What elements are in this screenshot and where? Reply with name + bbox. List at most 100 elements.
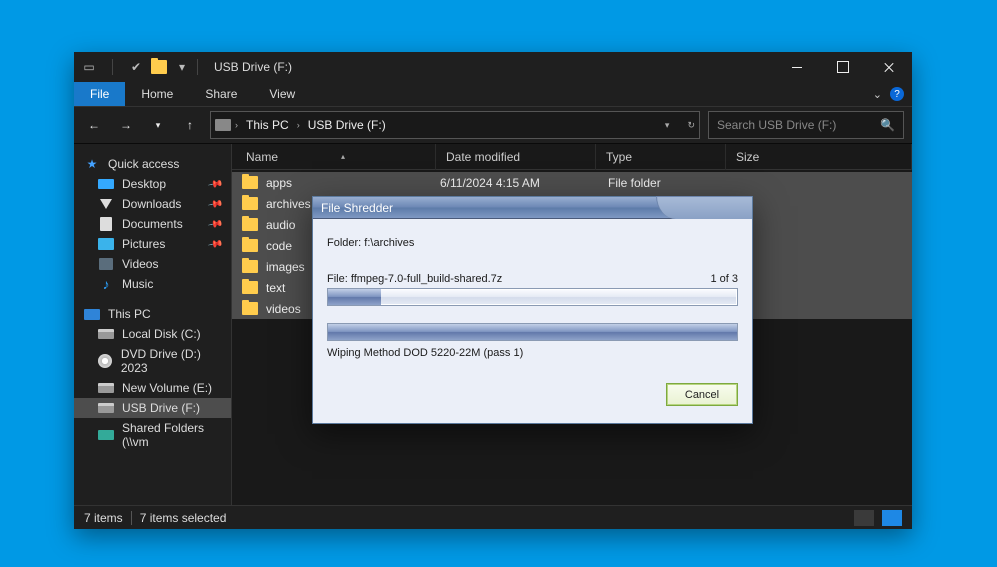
window-title: USB Drive (F:) (214, 60, 292, 74)
nav-pane: ★ Quick access Desktop📌 Downloads📌 Docum… (74, 144, 232, 505)
folder-icon (242, 260, 258, 273)
row-name: apps (266, 176, 292, 190)
network-icon (98, 428, 114, 442)
refresh-icon[interactable]: ↻ (687, 120, 695, 131)
pc-icon (84, 307, 100, 321)
qat: ▭ ✔ ▾ (82, 59, 189, 75)
help-icon[interactable]: ? (890, 87, 904, 101)
pictures-icon (98, 237, 114, 251)
title-sep (197, 59, 198, 75)
folder-icon (242, 218, 258, 231)
address-box[interactable]: › This PC › USB Drive (F:) ▾ ↻ (210, 111, 700, 139)
star-icon: ★ (84, 157, 100, 171)
row-name: text (266, 281, 285, 295)
row-type: File folder (608, 176, 738, 190)
ribbon-tabs: File Home Share View ⌄ ? (74, 82, 912, 106)
row-name: images (266, 260, 305, 274)
address-dropdown-icon[interactable]: ▾ (665, 120, 670, 131)
search-placeholder: Search USB Drive (F:) (717, 118, 836, 132)
column-date[interactable]: Date modified (436, 144, 596, 170)
row-name: code (266, 239, 292, 253)
folder-icon (242, 281, 258, 294)
drive-icon (98, 381, 114, 395)
tab-home[interactable]: Home (125, 82, 189, 106)
status-bar: 7 items 7 items selected (74, 505, 912, 529)
sidebar-item-local-disk[interactable]: Local Disk (C:) (74, 324, 231, 344)
cancel-button[interactable]: Cancel (666, 383, 738, 406)
drive-icon (98, 401, 114, 415)
pin-icon: 📌 (207, 196, 224, 212)
desktop-icon (98, 179, 114, 189)
dialog-title-bar[interactable]: File Shredder (313, 197, 752, 219)
pin-icon: 📌 (207, 216, 224, 232)
sidebar-item-desktop[interactable]: Desktop📌 (74, 174, 231, 194)
address-bar: ← → ▾ ↑ › This PC › USB Drive (F:) ▾ ↻ S… (74, 106, 912, 144)
folder-icon (242, 176, 258, 189)
folder-icon (242, 239, 258, 252)
breadcrumb-current[interactable]: USB Drive (F:) (304, 118, 390, 132)
dialog-title: File Shredder (321, 201, 393, 215)
close-button[interactable] (866, 52, 912, 82)
sidebar-item-usb-drive[interactable]: USB Drive (F:) (74, 398, 231, 418)
column-name[interactable]: Name (236, 144, 436, 170)
chevron-right-icon[interactable]: › (235, 120, 238, 130)
file-progress-bar (327, 288, 738, 306)
minimize-button[interactable] (774, 52, 820, 82)
up-button[interactable]: ↑ (178, 113, 202, 137)
sidebar-label: This PC (108, 307, 151, 321)
sidebar-this-pc[interactable]: This PC (74, 304, 231, 324)
download-icon (98, 197, 114, 211)
qat-dropdown-icon[interactable]: ▾ (175, 60, 189, 74)
tab-file[interactable]: File (74, 82, 125, 106)
tab-view[interactable]: View (253, 82, 311, 106)
search-icon: 🔍 (880, 118, 895, 132)
status-items: 7 items (84, 511, 123, 525)
sidebar-item-music[interactable]: ♪Music (74, 274, 231, 294)
new-folder-icon[interactable] (151, 60, 167, 74)
sidebar-item-downloads[interactable]: Downloads📌 (74, 194, 231, 214)
view-details-button[interactable] (854, 510, 874, 526)
title-bar: ▭ ✔ ▾ USB Drive (F:) (74, 52, 912, 82)
tab-share[interactable]: Share (189, 82, 253, 106)
status-selected: 7 items selected (140, 511, 227, 525)
qat-sep (112, 59, 113, 75)
explorer-icon: ▭ (82, 60, 96, 74)
view-icons-button[interactable] (882, 510, 902, 526)
file-shredder-dialog: File Shredder Folder: f:\archives File: … (312, 196, 753, 424)
file-count: 1 of 3 (710, 273, 738, 285)
pin-icon: 📌 (207, 236, 224, 252)
ribbon-expand-icon[interactable]: ⌄ (873, 88, 882, 101)
dvd-icon (98, 354, 113, 368)
dialog-tab-decoration (656, 196, 752, 219)
sidebar-label: Quick access (108, 157, 179, 171)
column-size[interactable]: Size (726, 144, 912, 170)
sidebar-item-pictures[interactable]: Pictures📌 (74, 234, 231, 254)
sidebar-item-dvd[interactable]: DVD Drive (D:) 2023 (74, 344, 231, 378)
sidebar-item-shared[interactable]: Shared Folders (\\vm (74, 418, 231, 452)
sidebar-item-documents[interactable]: Documents📌 (74, 214, 231, 234)
forward-button[interactable]: → (114, 113, 138, 137)
sidebar-item-videos[interactable]: Videos (74, 254, 231, 274)
search-input[interactable]: Search USB Drive (F:) 🔍 (708, 111, 904, 139)
recent-dropdown-icon[interactable]: ▾ (146, 113, 170, 137)
folder-label: Folder: f:\archives (327, 237, 738, 249)
folder-icon (242, 197, 258, 210)
wiping-method: Wiping Method DOD 5220-22M (pass 1) (327, 347, 738, 359)
folder-icon (242, 302, 258, 315)
drive-icon (215, 119, 231, 131)
sidebar-quick-access[interactable]: ★ Quick access (74, 154, 231, 174)
table-row[interactable]: apps6/11/2024 4:15 AMFile folder (232, 172, 912, 193)
row-name: videos (266, 302, 301, 316)
videos-icon (98, 257, 114, 271)
maximize-button[interactable] (820, 52, 866, 82)
music-icon: ♪ (98, 277, 114, 291)
column-type[interactable]: Type (596, 144, 726, 170)
row-name: archives (266, 197, 311, 211)
overall-progress-bar (327, 323, 738, 341)
breadcrumb-this-pc[interactable]: This PC (242, 118, 293, 132)
back-button[interactable]: ← (82, 113, 106, 137)
sidebar-item-new-volume[interactable]: New Volume (E:) (74, 378, 231, 398)
row-name: audio (266, 218, 295, 232)
chevron-right-icon[interactable]: › (297, 120, 300, 130)
properties-icon[interactable]: ✔ (129, 60, 143, 74)
